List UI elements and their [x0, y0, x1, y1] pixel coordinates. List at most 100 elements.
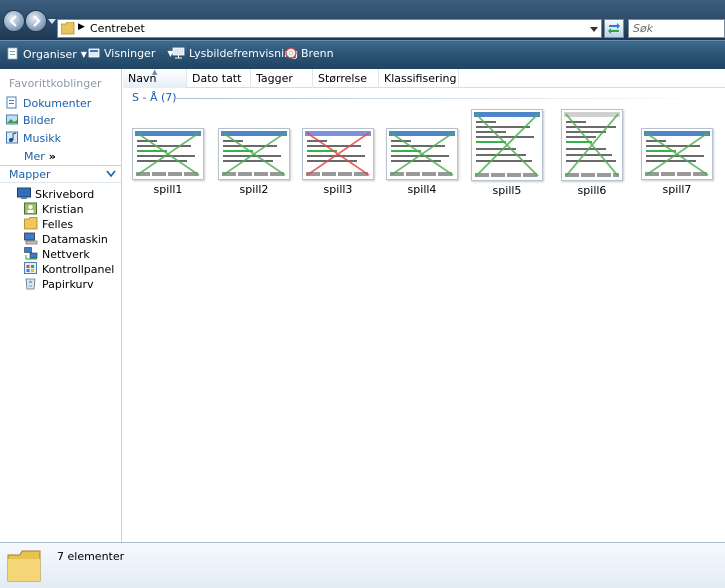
chevron-down-icon[interactable] [589, 23, 599, 35]
cross-mark-icon [136, 132, 200, 176]
folders-header[interactable]: Mapper [0, 165, 121, 183]
file-name: spill2 [239, 183, 269, 196]
tree-item-label: Kontrollpanel [42, 263, 115, 276]
file-thumbnail [302, 128, 374, 180]
file-item-spill2[interactable]: spill2 [215, 128, 293, 196]
views-icon [88, 48, 100, 58]
organize-icon [7, 47, 18, 60]
tree-item-network[interactable]: Nettverk [24, 247, 90, 261]
refresh-button[interactable] [604, 19, 624, 38]
burn-label: Brenn [301, 47, 334, 60]
more-label: Mer [24, 150, 45, 163]
file-name: spill1 [153, 183, 183, 196]
computer-icon [24, 232, 38, 245]
column-headers: ▲ Navn Dato tatt Tagger Størrelse Klassi… [123, 68, 725, 88]
file-name: spill5 [492, 184, 522, 197]
back-arrow-icon [9, 15, 17, 27]
folders-header-label: Mapper [9, 168, 51, 181]
file-item-spill1[interactable]: spill1 [129, 128, 207, 196]
file-name: spill4 [407, 183, 437, 196]
tree-item-label: Felles [42, 218, 74, 231]
tree-item-label: Papirkurv [42, 278, 94, 291]
tree-item-recycle-bin[interactable]: Papirkurv [24, 277, 93, 291]
organize-button[interactable]: Organiser ▼ [7, 47, 87, 61]
slideshow-button[interactable]: Lysbildefremvisning [172, 47, 298, 60]
user-folder-icon [24, 202, 37, 215]
column-header-label: Størrelse [318, 72, 367, 85]
file-item-spill4[interactable]: spill4 [383, 128, 461, 196]
file-item-spill3[interactable]: spill3 [299, 128, 377, 196]
documents-icon [6, 96, 17, 109]
more-link[interactable]: Mer» [24, 150, 56, 163]
file-list[interactable]: ▲ Navn Dato tatt Tagger Størrelse Klassi… [123, 68, 725, 542]
history-dropdown-icon[interactable] [48, 19, 56, 25]
file-thumbnail [641, 128, 713, 180]
column-header-date[interactable]: Dato tatt [187, 69, 251, 88]
address-bar: ▶ Centrebet Søk [0, 0, 725, 40]
column-header-label: Klassifisering [384, 72, 457, 85]
file-item-spill6[interactable]: spill6 [553, 109, 631, 197]
cross-mark-icon [222, 132, 286, 176]
file-name: spill7 [662, 183, 692, 196]
address-path[interactable]: Centrebet [90, 22, 145, 35]
file-item-spill7[interactable]: spill7 [638, 128, 716, 196]
file-thumbnail [561, 109, 623, 181]
favorites-header: Favorittkoblinger [9, 77, 102, 90]
column-header-size[interactable]: Størrelse [313, 69, 379, 88]
burn-disc-icon [285, 47, 297, 59]
back-button[interactable] [3, 10, 25, 32]
forward-button[interactable] [25, 10, 47, 32]
tree-item-computer[interactable]: Datamaskin [24, 232, 108, 246]
slideshow-icon [172, 47, 185, 59]
cross-mark-icon [390, 132, 454, 176]
details-pane: 7 elementer [0, 542, 725, 588]
tree-item-label: Kristian [42, 203, 84, 216]
favorite-link-music[interactable]: Musikk [6, 131, 61, 145]
tree-item-label: Skrivebord [35, 188, 95, 201]
column-header-rating[interactable]: Klassifisering [379, 69, 459, 88]
breadcrumb-arrow-icon[interactable]: ▶ [78, 22, 85, 32]
cross-mark-icon [475, 113, 539, 177]
file-item-spill5[interactable]: spill5 [468, 109, 546, 197]
group-divider [173, 98, 718, 99]
cross-mark-icon [645, 132, 709, 176]
column-header-label: Dato tatt [192, 72, 242, 85]
tree-item-desktop[interactable]: Skrivebord [17, 187, 94, 201]
command-toolbar: Organiser ▼ Visninger ▼ Lysbildefremvisnin… [0, 40, 725, 69]
recycle-bin-icon [25, 278, 36, 290]
group-header[interactable]: S - Å (7) [132, 91, 177, 104]
favorite-label: Musikk [23, 132, 61, 145]
file-thumbnail [386, 128, 458, 180]
refresh-icon [608, 23, 620, 34]
slideshow-label: Lysbildefremvisning [189, 47, 299, 60]
tree-item-label: Datamaskin [42, 233, 108, 246]
file-thumbnail [218, 128, 290, 180]
column-header-label: Tagger [256, 72, 293, 85]
column-header-name[interactable]: ▲ Navn [123, 68, 187, 88]
views-button[interactable]: Visninger ▼ [88, 47, 174, 60]
chevron-down-icon: ▼ [80, 50, 87, 59]
tree-item-felles[interactable]: Felles [24, 217, 73, 231]
chevron-down-icon[interactable] [106, 170, 116, 178]
file-thumbnail [132, 128, 204, 180]
folder-icon [61, 22, 75, 35]
favorite-link-documents[interactable]: Dokumenter [6, 96, 91, 110]
burn-button[interactable]: Brenn [285, 47, 334, 60]
search-input[interactable]: Søk [628, 19, 725, 38]
file-name: spill3 [323, 183, 353, 196]
double-chevron-right-icon: » [48, 150, 56, 163]
tree-item-kristian[interactable]: Kristian [24, 202, 84, 216]
cross-mark-icon [565, 113, 619, 177]
forward-arrow-icon [33, 15, 41, 27]
organize-label: Organiser [23, 48, 77, 61]
favorite-link-pictures[interactable]: Bilder [6, 113, 55, 127]
tree-item-control-panel[interactable]: Kontrollpanel [24, 262, 114, 276]
control-panel-icon [24, 262, 37, 274]
file-thumbnail [471, 109, 543, 181]
column-header-tags[interactable]: Tagger [251, 69, 313, 88]
music-icon [6, 131, 18, 144]
favorite-label: Dokumenter [23, 97, 92, 110]
network-icon [24, 247, 38, 260]
address-field[interactable]: ▶ Centrebet [57, 19, 602, 38]
item-count: 7 elementer [57, 550, 125, 563]
